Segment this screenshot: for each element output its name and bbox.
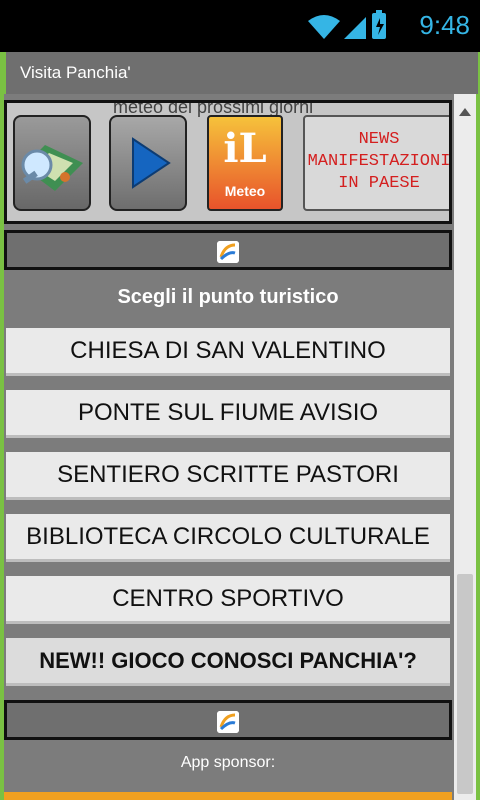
poi-button-ponte[interactable]: PONTE SUL FIUME AVISIO	[6, 390, 450, 438]
logo-icon	[217, 711, 239, 733]
battery-icon	[372, 10, 386, 39]
news-line-1: NEWS	[358, 130, 400, 149]
poi-button-sentiero[interactable]: SENTIERO SCRITTE PASTORI	[6, 452, 450, 500]
scroll-up-icon[interactable]	[459, 108, 471, 116]
bottom-strip	[4, 792, 452, 800]
top-toolbar: meteo dei prossimi giorni iL Meteo NEWS …	[4, 100, 452, 224]
sponsor-banner-top[interactable]	[4, 230, 452, 270]
status-time: 9:48	[419, 10, 470, 40]
news-line-3: IN PAESE	[338, 174, 420, 193]
map-icon	[21, 145, 83, 191]
app-title: Visita Panchia'	[20, 63, 131, 82]
main-content[interactable]: meteo dei prossimi giorni iL Meteo NEWS …	[4, 94, 454, 800]
news-button[interactable]: NEWS MANIFESTAZIONI IN PAESE	[303, 115, 451, 211]
signal-icon	[344, 17, 366, 39]
status-icons	[308, 10, 386, 39]
poi-button-chiesa[interactable]: CHIESA DI SAN VALENTINO	[6, 328, 450, 376]
sponsor-banner-bottom[interactable]	[4, 700, 452, 740]
meteo-logo-text: iL	[223, 125, 267, 172]
play-button[interactable]	[109, 115, 187, 211]
meteo-button[interactable]: iL Meteo	[207, 115, 283, 211]
news-line-2: MANIFESTAZIONI	[307, 152, 451, 171]
poi-button-centro-sportivo[interactable]: CENTRO SPORTIVO	[6, 576, 450, 624]
meteo-label: Meteo	[224, 183, 266, 199]
logo-icon	[217, 241, 239, 263]
scroll-thumb[interactable]	[457, 574, 473, 794]
map-button[interactable]	[13, 115, 91, 211]
frame-right	[476, 52, 480, 800]
play-icon	[132, 137, 171, 189]
wifi-icon	[308, 15, 340, 39]
section-heading: Scegli il punto turistico	[117, 286, 339, 308]
scrollbar[interactable]	[454, 94, 476, 800]
app-sponsor-label: App sponsor:	[180, 754, 276, 771]
app-title-bar: Visita Panchia'	[4, 52, 478, 94]
poi-button-gioco[interactable]: NEW!! GIOCO CONOSCI PANCHIA'?	[6, 638, 450, 686]
poi-button-biblioteca[interactable]: BIBLIOTECA CIRCOLO CULTURALE	[6, 514, 450, 562]
status-bar: 9:48	[0, 0, 480, 52]
